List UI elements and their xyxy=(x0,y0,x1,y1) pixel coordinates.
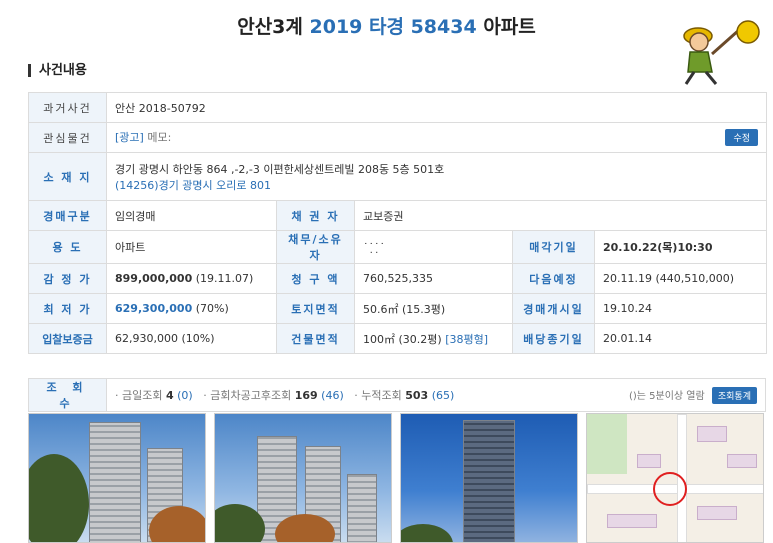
building-area-label: 건물면적 xyxy=(276,323,355,354)
sale-date-value: 20.10.22(목)10:30 xyxy=(593,230,768,264)
min-price-pct: (70%) xyxy=(195,302,229,315)
claim-label: 청 구 액 xyxy=(276,263,355,294)
views-stats: · 금일조회 4 (0) · 금회차공고후조회 169 (46) · 누적조회 … xyxy=(106,378,766,412)
next-value: 20.11.19 (440,510,000) xyxy=(593,263,768,294)
land-area-value: 50.6㎡ (15.3평) xyxy=(354,293,513,324)
sale-date-label: 매각기일 xyxy=(512,230,595,264)
property-photo[interactable] xyxy=(28,413,206,543)
table-row: 감 정 가 899,000,000 (19.11.07) 청 구 액 760,5… xyxy=(28,263,768,294)
today-views-label: · 금일조회 xyxy=(115,388,163,402)
edit-button[interactable]: 수정 xyxy=(725,129,759,146)
court-region: 안산3계 xyxy=(237,16,303,38)
views-table: 조 회 수 · 금일조회 4 (0) · 금회차공고후조회 169 (46) ·… xyxy=(28,378,766,412)
min-price-value: 629,300,000 (70%) xyxy=(106,293,277,324)
start-date-value: 19.10.24 xyxy=(593,293,768,324)
deposit-value: 62,930,000 (10%) xyxy=(106,323,277,354)
table-row: 조 회 수 · 금일조회 4 (0) · 금회차공고후조회 169 (46) ·… xyxy=(28,378,766,412)
total-views-count: 503 xyxy=(405,388,429,402)
dividend-label: 배당종기일 xyxy=(512,323,595,354)
interest-value: [광고] 메모: 수정 xyxy=(105,122,768,153)
auction-type-label: 경매구분 xyxy=(28,200,107,231)
address-line: 경기 광명시 하안동 864 ,-2,-3 이편한세상센트레빌 208동 5층 … xyxy=(115,162,445,176)
location-marker-icon xyxy=(653,472,687,506)
memo-label: 메모: xyxy=(147,131,172,144)
property-photo[interactable] xyxy=(214,413,392,543)
total-views-sub: (65) xyxy=(431,388,455,402)
dividend-value: 20.01.14 xyxy=(593,323,768,354)
appraisal-value: 899,000,000 (19.11.07) xyxy=(106,263,277,294)
views-label: 조 회 수 xyxy=(28,378,107,412)
after-views-sub: (46) xyxy=(321,388,344,402)
start-date-label: 경매개시일 xyxy=(512,293,595,324)
after-views-count: 169 xyxy=(294,388,318,402)
land-area-label: 토지면적 xyxy=(276,293,355,324)
creditor-label: 채 권 자 xyxy=(276,200,355,231)
case-info-table: 과거사건 안산 2018-50792 관심물건 [광고] 메모: 수정 소 재 … xyxy=(28,92,768,354)
debtor-value: ˙˙̣˙̣˙ xyxy=(354,230,513,264)
usage-label: 용 도 xyxy=(28,230,107,264)
appraisal-amount: 899,000,000 xyxy=(115,272,193,285)
min-price-label: 최 저 가 xyxy=(28,293,107,324)
location-map[interactable] xyxy=(586,413,764,543)
location-label: 소 재 지 xyxy=(28,152,107,201)
ad-link[interactable]: [광고] xyxy=(115,131,144,144)
building-area-amount: 100㎡ (30.2평) xyxy=(363,332,442,346)
views-note-text: ()는 5분이상 열람 xyxy=(628,390,705,402)
building-area-value: 100㎡ (30.2평) [38평형] xyxy=(354,323,513,354)
stats-button[interactable]: 조회통계 xyxy=(711,386,757,404)
views-note: ()는 5분이상 열람 조회통계 xyxy=(628,386,757,404)
location-value: 경기 광명시 하안동 864 ,-2,-3 이편한세상센트레빌 208동 5층 … xyxy=(105,152,768,201)
property-photo[interactable] xyxy=(400,413,578,543)
property-type: 아파트 xyxy=(483,16,536,38)
appraisal-date: (19.11.07) xyxy=(195,272,254,285)
photo-gallery xyxy=(28,413,768,543)
deposit-label: 입찰보증금 xyxy=(28,323,107,354)
auction-type-value: 임의경매 xyxy=(106,200,277,231)
past-case-value: 안산 2018-50792 xyxy=(105,92,768,123)
appraisal-label: 감 정 가 xyxy=(28,263,107,294)
today-views-count: 4 xyxy=(165,388,174,402)
past-case-label: 과거사건 xyxy=(28,92,107,123)
debtor-label: 채무/소유자 xyxy=(276,230,355,264)
table-row: 입찰보증금 62,930,000 (10%) 건물면적 100㎡ (30.2평)… xyxy=(28,323,768,354)
claim-value: 760,525,335 xyxy=(354,263,513,294)
table-row: 과거사건 안산 2018-50792 xyxy=(28,92,768,123)
page-title: 안산3계 2019 타경 58434 아파트 xyxy=(0,12,773,39)
total-views-label: · 누적조회 xyxy=(354,388,402,402)
table-row: 용 도 아파트 채무/소유자 ˙˙̣˙̣˙ 매각기일 20.10.22(목)10… xyxy=(28,230,768,264)
table-row: 최 저 가 629,300,000 (70%) 토지면적 50.6㎡ (15.3… xyxy=(28,293,768,324)
today-views-sub: (0) xyxy=(177,388,193,402)
building-type-link[interactable]: [38평형] xyxy=(445,333,488,346)
mascot-logo-icon xyxy=(683,20,760,85)
table-row: 관심물건 [광고] 메모: 수정 xyxy=(28,122,768,153)
table-row: 소 재 지 경기 광명시 하안동 864 ,-2,-3 이편한세상센트레빌 20… xyxy=(28,152,768,201)
interest-label: 관심물건 xyxy=(28,122,107,153)
section-title: 사건내용 xyxy=(28,64,87,77)
usage-value: 아파트 xyxy=(106,230,277,264)
road-address-link[interactable]: (14256)경기 광명시 오리로 801 xyxy=(115,177,758,193)
next-label: 다음예정 xyxy=(512,263,595,294)
creditor-value: 교보증권 xyxy=(353,200,768,231)
min-price-amount: 629,300,000 xyxy=(115,302,193,315)
case-number: 2019 타경 58434 xyxy=(309,16,477,38)
after-views-label: · 금회차공고후조회 xyxy=(203,388,292,402)
table-row: 경매구분 임의경매 채 권 자 교보증권 xyxy=(28,200,768,231)
